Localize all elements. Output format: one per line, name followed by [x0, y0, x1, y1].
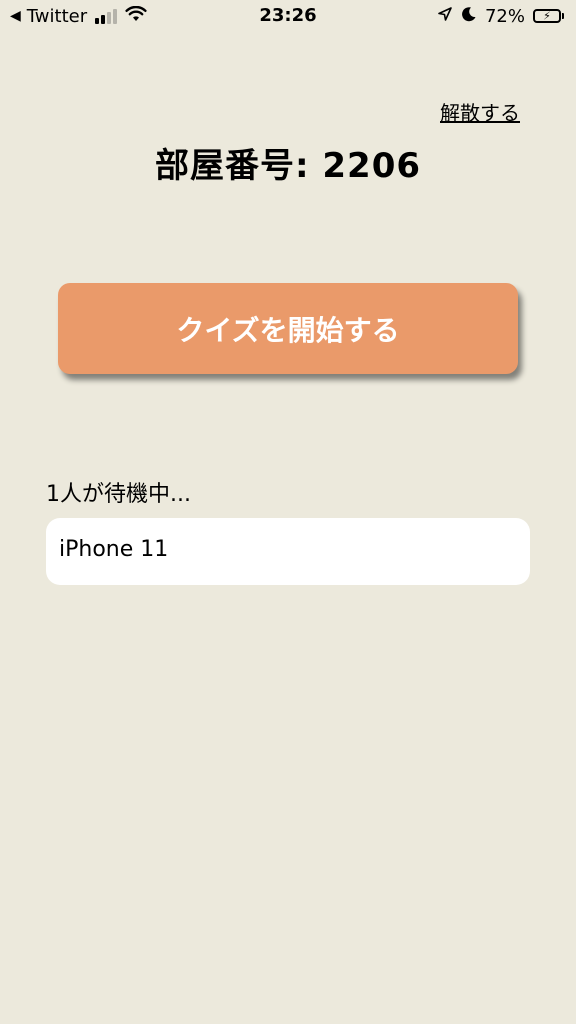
status-right: 72% ⚡ — [437, 5, 564, 27]
waiting-player-list: iPhone 11 — [46, 518, 530, 585]
dissolve-room-link[interactable]: 解散する — [440, 97, 520, 126]
player-list-item: iPhone 11 — [59, 537, 169, 562]
waiting-count-label: 1人が待機中... — [46, 482, 191, 507]
room-number-title: 部屋番号: 2206 — [154, 146, 422, 186]
charging-bolt-icon: ⚡ — [543, 9, 551, 23]
moon-icon — [461, 6, 477, 27]
battery-icon: ⚡ — [533, 9, 564, 23]
location-icon — [437, 6, 453, 27]
battery-percent: 72% — [484, 5, 525, 27]
status-bar: ◀ Twitter 23:26 72% ⚡ — [0, 0, 576, 34]
start-quiz-button[interactable]: クイズを開始する — [58, 283, 518, 374]
